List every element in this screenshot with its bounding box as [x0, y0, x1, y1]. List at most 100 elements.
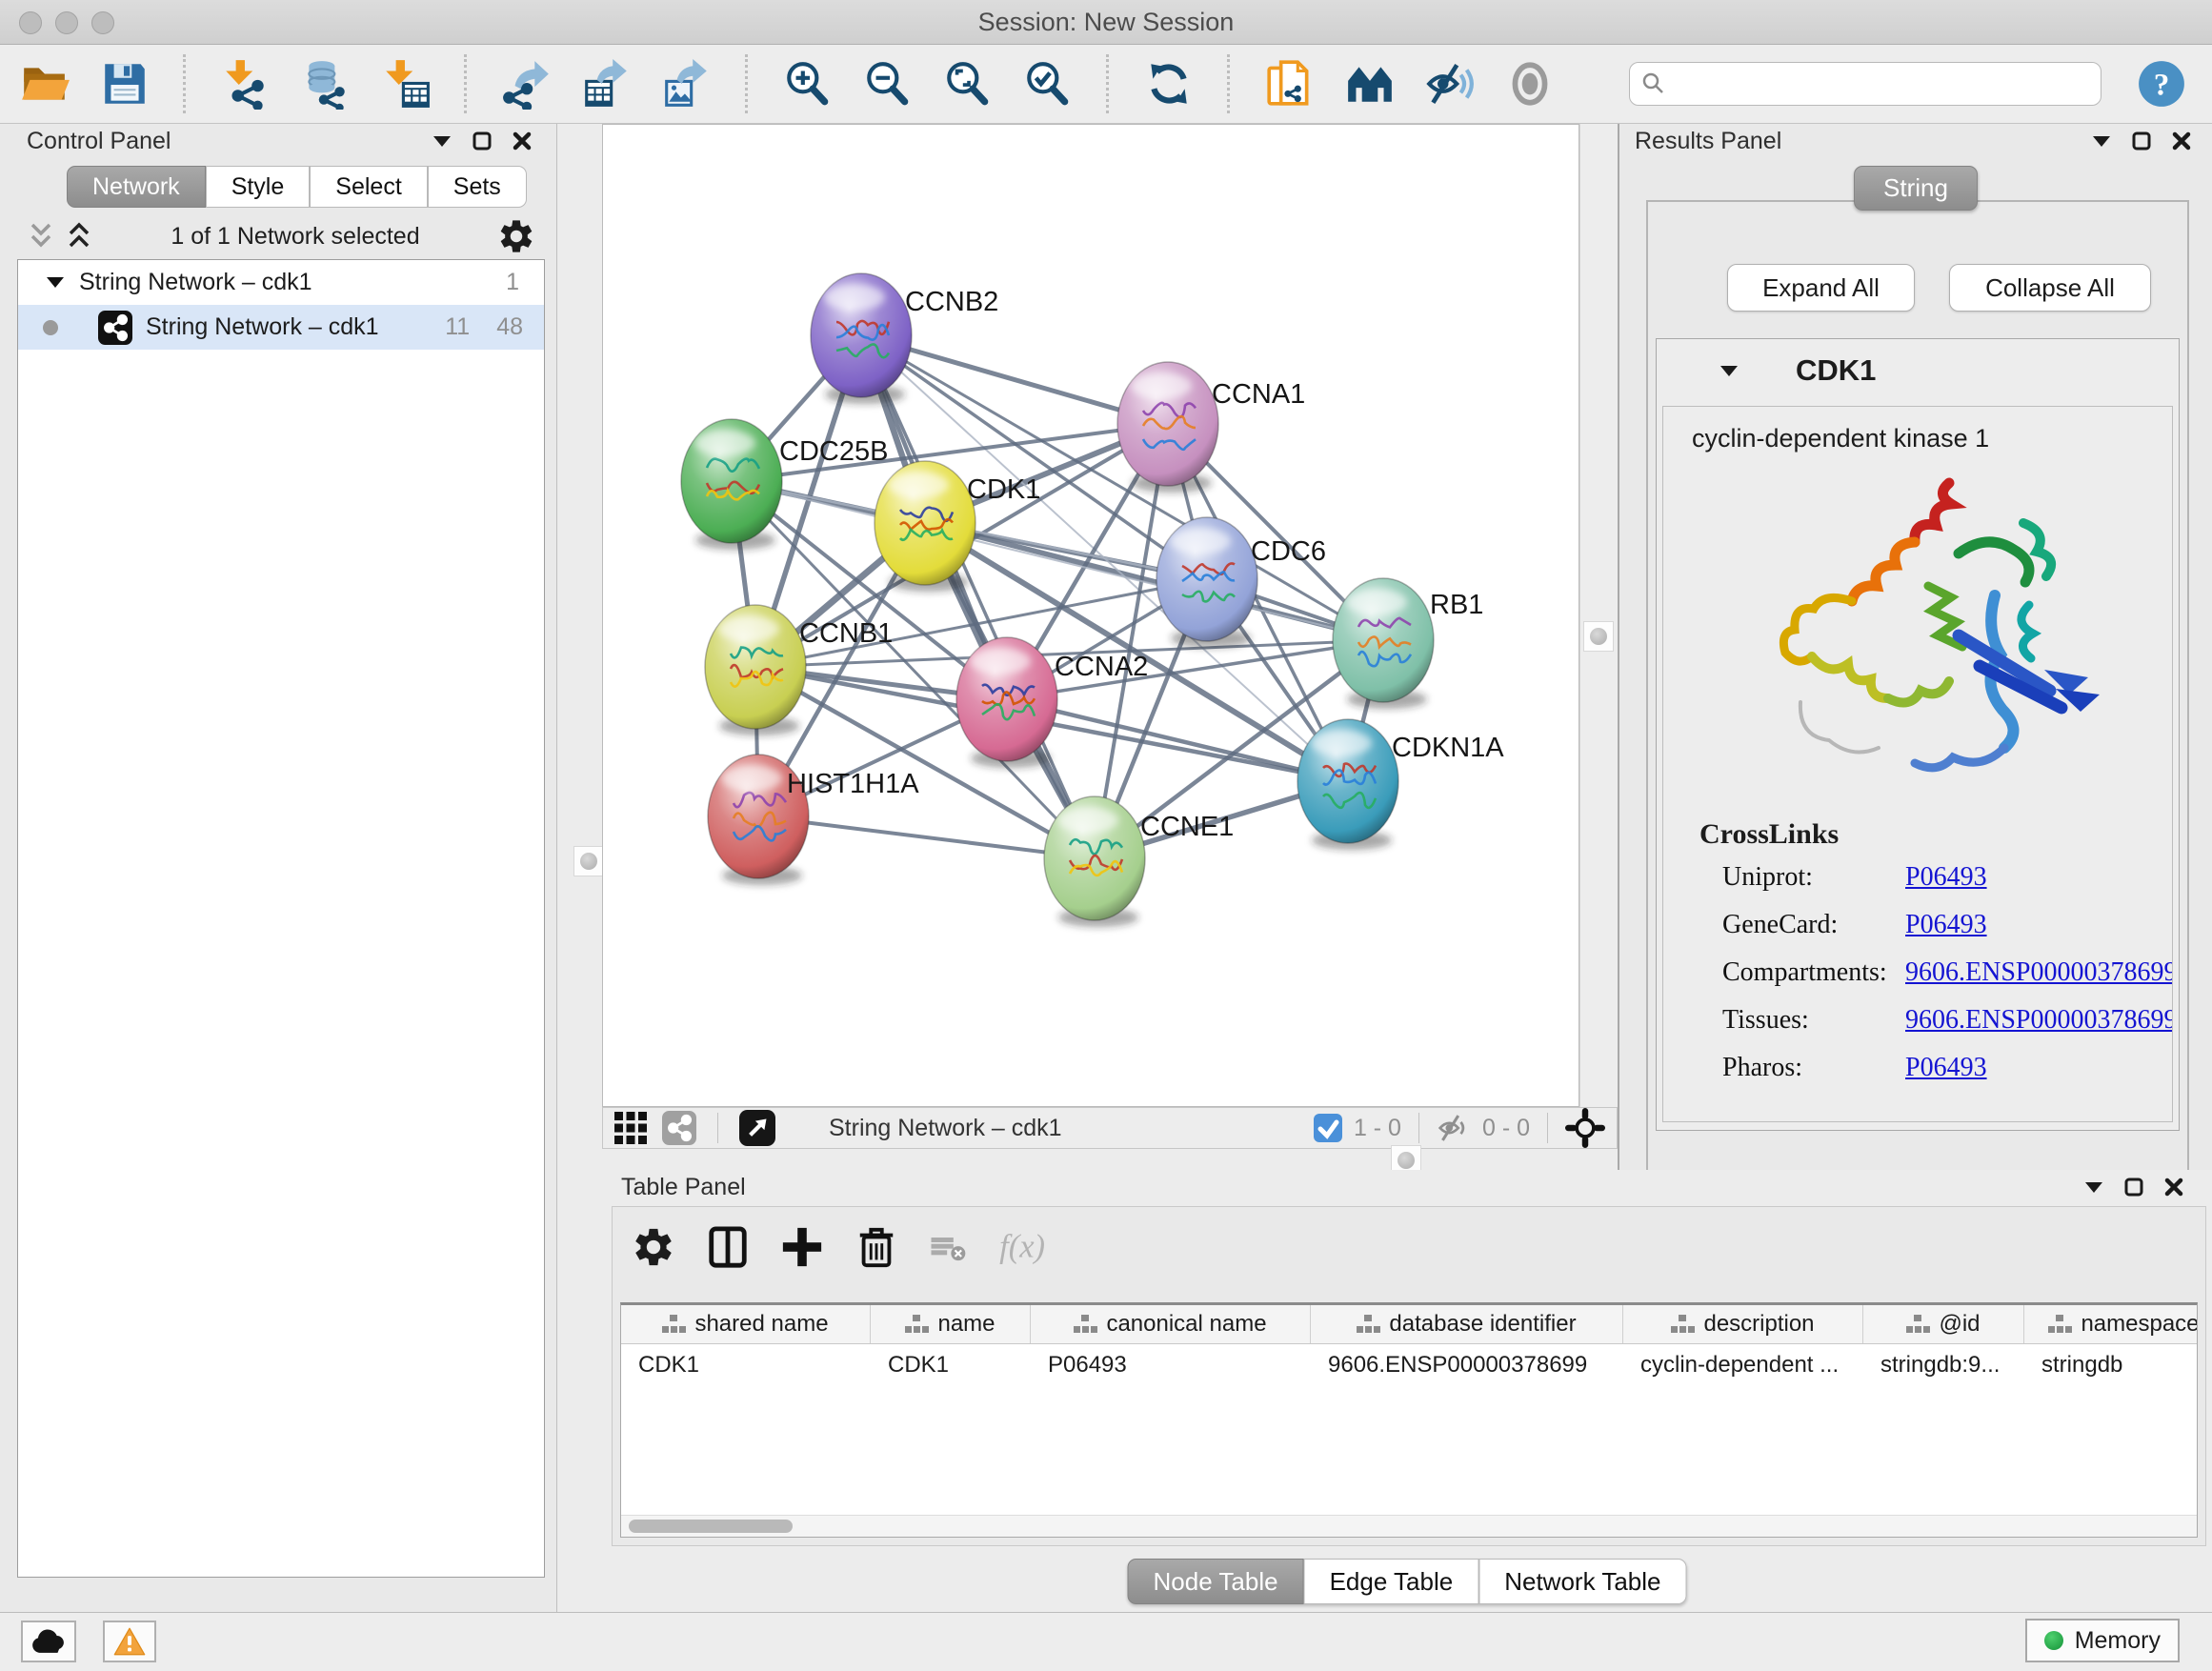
- tab-style[interactable]: Style: [206, 166, 311, 208]
- node-CDC6[interactable]: [1156, 517, 1257, 641]
- table-cell[interactable]: CDK1: [871, 1344, 1031, 1388]
- column-header-description[interactable]: description: [1623, 1305, 1863, 1343]
- toolbar-separator: [464, 54, 469, 113]
- export-network-icon[interactable]: [501, 58, 553, 110]
- left-splitter-grip[interactable]: [573, 846, 604, 876]
- column-header-database-identifier[interactable]: database identifier: [1311, 1305, 1623, 1343]
- node-CCNB2[interactable]: [811, 273, 912, 397]
- crosslink-genecard-link[interactable]: P06493: [1905, 910, 1987, 940]
- zoom-out-icon[interactable]: [862, 58, 914, 110]
- network-view-badge-icon[interactable]: [662, 1111, 696, 1145]
- node-CCNB1[interactable]: [705, 605, 806, 729]
- crosslink-pharos-link[interactable]: P06493: [1905, 1053, 1987, 1083]
- export-table-icon[interactable]: [581, 58, 633, 110]
- collapse-panel-icon[interactable]: [432, 134, 452, 148]
- node-CCNA1[interactable]: [1117, 362, 1218, 486]
- column-header-namespace[interactable]: namespace: [2024, 1305, 2198, 1343]
- selected-nodes-checkbox-icon[interactable]: [1314, 1114, 1342, 1142]
- float-panel-icon[interactable]: [473, 131, 492, 151]
- network-options-gear-icon[interactable]: [497, 217, 535, 255]
- export-image-icon[interactable]: [661, 58, 713, 110]
- tab-network-table[interactable]: Network Table: [1478, 1559, 1686, 1604]
- expand-all-button[interactable]: Expand All: [1727, 264, 1915, 312]
- node-CDKN1A[interactable]: [1297, 719, 1398, 843]
- refresh-icon[interactable]: [1143, 58, 1195, 110]
- node-CCNE1[interactable]: [1044, 796, 1145, 920]
- hide-graphics-details-icon[interactable]: [1424, 58, 1476, 110]
- open-session-icon[interactable]: [19, 58, 70, 110]
- table-row[interactable]: CDK1CDK1P064939606.ENSP00000378699cyclin…: [621, 1344, 2197, 1388]
- search-input[interactable]: [1674, 70, 2089, 98]
- scrollbar-thumb[interactable]: [629, 1520, 793, 1533]
- grid-view-icon[interactable]: [614, 1112, 647, 1144]
- copy-style-documents-icon[interactable]: [1264, 58, 1316, 110]
- collapse-all-button[interactable]: Collapse All: [1949, 264, 2151, 312]
- tab-sets[interactable]: Sets: [428, 166, 527, 208]
- column-header-name[interactable]: name: [871, 1305, 1031, 1343]
- network-row[interactable]: String Network – cdk1 11 48: [18, 305, 544, 350]
- node-CDK1[interactable]: [875, 461, 975, 585]
- expand-all-networks-icon[interactable]: [65, 221, 93, 252]
- tab-edge-table[interactable]: Edge Table: [1304, 1559, 1479, 1604]
- memory-button[interactable]: Memory: [2025, 1619, 2180, 1662]
- column-header-shared-name[interactable]: shared name: [621, 1305, 871, 1343]
- crosslink-tissues-link[interactable]: 9606.ENSP00000378699: [1905, 1005, 2173, 1036]
- table-options-gear-icon[interactable]: [632, 1225, 675, 1269]
- cloud-status-button[interactable]: [21, 1621, 76, 1662]
- table-cell[interactable]: P06493: [1031, 1344, 1311, 1388]
- first-neighbors-icon[interactable]: [1344, 58, 1396, 110]
- float-panel-icon[interactable]: [2132, 131, 2151, 151]
- search-field[interactable]: [1629, 62, 2101, 106]
- tab-select[interactable]: Select: [310, 166, 427, 208]
- node-CCNA2[interactable]: [956, 637, 1057, 761]
- table-cell[interactable]: stringdb: [2024, 1344, 2198, 1388]
- import-network-icon[interactable]: [220, 58, 271, 110]
- current-network-dot: [43, 320, 58, 335]
- results-tab-string[interactable]: String: [1854, 166, 1978, 211]
- import-network-database-icon[interactable]: [300, 58, 352, 110]
- network-collection-row[interactable]: String Network – cdk1 1: [18, 260, 544, 305]
- table-horizontal-scrollbar[interactable]: [621, 1515, 2197, 1537]
- show-graphics-details-icon: [1504, 58, 1556, 110]
- collapse-panel-icon[interactable]: [2092, 134, 2111, 148]
- tab-node-table[interactable]: Node Table: [1128, 1559, 1304, 1604]
- save-session-icon[interactable]: [99, 58, 151, 110]
- zoom-fit-icon[interactable]: [942, 58, 994, 110]
- create-column-plus-icon[interactable]: [780, 1225, 824, 1269]
- close-panel-icon[interactable]: [2164, 1178, 2183, 1197]
- crosslinks-title: CrossLinks: [1699, 818, 1839, 851]
- close-panel-icon[interactable]: [513, 131, 532, 151]
- crosslink-uniprot-link[interactable]: P06493: [1905, 862, 1987, 893]
- import-table-icon[interactable]: [380, 58, 432, 110]
- float-panel-icon[interactable]: [2124, 1178, 2143, 1197]
- collapse-all-networks-icon[interactable]: [27, 221, 55, 252]
- table-panel-title: Table Panel: [621, 1174, 746, 1201]
- birdseye-crosshair-icon[interactable]: [1565, 1108, 1605, 1148]
- help-icon[interactable]: ?: [2136, 58, 2187, 110]
- collection-expander-icon[interactable]: [47, 276, 64, 289]
- zoom-selected-icon[interactable]: [1022, 58, 1074, 110]
- warnings-button[interactable]: [103, 1621, 156, 1662]
- delete-table-icon: [929, 1228, 967, 1266]
- zoom-in-icon[interactable]: [782, 58, 834, 110]
- detach-view-icon[interactable]: [739, 1110, 775, 1146]
- delete-column-trash-icon[interactable]: [855, 1225, 898, 1269]
- table-cell[interactable]: 9606.ENSP00000378699: [1311, 1344, 1623, 1388]
- column-header--id[interactable]: @id: [1863, 1305, 2024, 1343]
- tab-network[interactable]: Network: [67, 166, 206, 208]
- table-cell[interactable]: cyclin-dependent ...: [1623, 1344, 1863, 1388]
- table-cell[interactable]: stringdb:9...: [1863, 1344, 2024, 1388]
- node-RB1[interactable]: [1333, 578, 1434, 702]
- network-canvas[interactable]: CCNB2CCNA1CDC25BCDK1CDC6RB1CCNB1CCNA2CDK…: [602, 124, 1579, 1107]
- crosslink-compartments-link[interactable]: 9606.ENSP00000378699: [1905, 957, 2173, 988]
- show-columns-icon[interactable]: [706, 1225, 750, 1269]
- node-CDC25B[interactable]: [681, 419, 782, 543]
- edge-CCNA2-CDKN1A[interactable]: [1007, 699, 1348, 781]
- collapse-panel-icon[interactable]: [2084, 1180, 2103, 1194]
- column-header-canonical-name[interactable]: canonical name: [1031, 1305, 1311, 1343]
- right-splitter-grip[interactable]: [1583, 621, 1614, 652]
- gene-card-expander-icon[interactable]: [1719, 364, 1739, 377]
- network-label: String Network – cdk1: [146, 313, 379, 341]
- close-panel-icon[interactable]: [2172, 131, 2191, 151]
- table-cell[interactable]: CDK1: [621, 1344, 871, 1388]
